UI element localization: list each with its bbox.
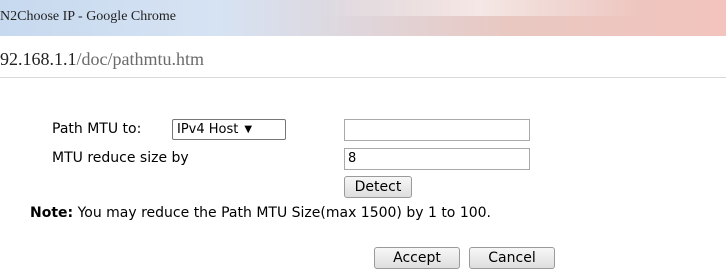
url-path: /doc/pathmtu.htm [76,49,205,69]
note-text: Note: You may reduce the Path MTU Size(m… [30,205,491,221]
path-mtu-target-select[interactable]: IPv4 Host ▼ [172,119,286,140]
window-title: N2Choose IP - Google Chrome [0,9,177,24]
mtu-reduce-label: MTU reduce size by [52,150,189,166]
path-mtu-select-value: IPv4 Host [177,122,239,137]
address-bar[interactable]: 92.168.1.1/doc/pathmtu.htm [0,36,726,78]
address-url[interactable]: 92.168.1.1/doc/pathmtu.htm [0,49,204,70]
cancel-button[interactable]: Cancel [469,247,555,269]
url-host: 92.168.1.1 [0,49,77,69]
title-bar-highlight [320,0,640,16]
path-mtu-host-input[interactable] [344,119,530,141]
path-mtu-label: Path MTU to: [52,121,142,137]
accept-button[interactable]: Accept [374,247,460,269]
mtu-reduce-input[interactable]: 8 [344,148,530,170]
browser-title-bar: N2Choose IP - Google Chrome [0,0,726,36]
note-body: You may reduce the Path MTU Size(max 150… [73,205,491,221]
path-mtu-form: Path MTU to: IPv4 Host ▼ MTU reduce size… [0,78,726,277]
note-label: Note: [30,205,74,221]
detect-button[interactable]: Detect [344,176,412,198]
dropdown-arrow-icon: ▼ [244,123,253,135]
mtu-reduce-value: 8 [348,151,357,166]
